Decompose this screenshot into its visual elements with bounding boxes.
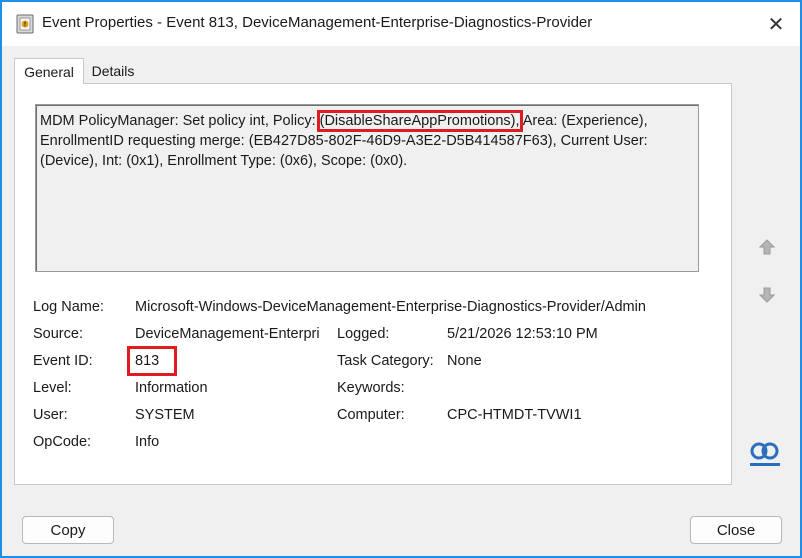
- arrow-up-icon[interactable]: [754, 234, 780, 260]
- user-label: User:: [33, 407, 68, 423]
- title-bar[interactable]: Event Properties - Event 813, DeviceMana…: [2, 2, 800, 46]
- tab-details[interactable]: Details: [86, 58, 140, 83]
- opcode-value[interactable]: Info: [135, 434, 159, 450]
- tab-general[interactable]: General: [14, 58, 84, 84]
- general-panel: MDM PolicyManager: Set policy int, Polic…: [14, 83, 732, 485]
- highlighted-policy-name: (DisableShareAppPromotions),: [316, 110, 523, 132]
- watermark-logo-icon: [750, 442, 780, 466]
- close-icon[interactable]: ✕: [762, 10, 790, 38]
- event-id-value[interactable]: 813: [135, 353, 159, 369]
- event-properties-window: Event Properties - Event 813, DeviceMana…: [0, 0, 802, 558]
- keywords-label: Keywords:: [337, 380, 405, 396]
- user-value[interactable]: SYSTEM: [135, 407, 195, 423]
- source-value[interactable]: DeviceManagement-Enterpri: [135, 326, 320, 342]
- log-name-value[interactable]: Microsoft-Windows-DeviceManagement-Enter…: [135, 299, 646, 315]
- computer-label: Computer:: [337, 407, 405, 423]
- source-label: Source:: [33, 326, 83, 342]
- message-text-before: MDM PolicyManager: Set policy int, Polic…: [40, 113, 320, 129]
- close-button[interactable]: Close: [690, 516, 782, 544]
- event-id-label: Event ID:: [33, 353, 93, 369]
- copy-button[interactable]: Copy: [22, 516, 114, 544]
- level-value[interactable]: Information: [135, 380, 208, 396]
- event-message-textbox[interactable]: MDM PolicyManager: Set policy int, Polic…: [35, 104, 699, 272]
- event-viewer-app-icon: [16, 14, 34, 34]
- arrow-up-glyph: [758, 239, 776, 255]
- log-name-label: Log Name:: [33, 299, 104, 315]
- logged-value[interactable]: 5/21/2026 12:53:10 PM: [447, 326, 598, 342]
- computer-value[interactable]: CPC-HTMDT-TVWI1: [447, 407, 582, 423]
- task-category-label: Task Category:: [337, 353, 434, 369]
- arrow-down-icon[interactable]: [754, 282, 780, 308]
- opcode-label: OpCode:: [33, 434, 92, 450]
- window-title: Event Properties - Event 813, DeviceMana…: [42, 14, 593, 31]
- task-category-value[interactable]: None: [447, 353, 482, 369]
- level-label: Level:: [33, 380, 72, 396]
- logged-label: Logged:: [337, 326, 390, 342]
- arrow-down-glyph: [758, 287, 776, 303]
